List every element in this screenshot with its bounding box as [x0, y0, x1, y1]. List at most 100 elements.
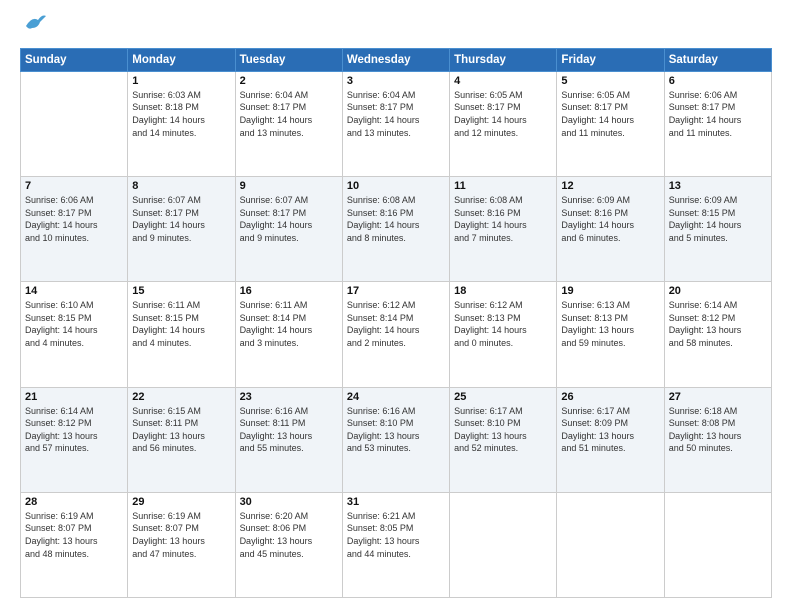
calendar-week-row: 28 Sunrise: 6:19 AM Sunset: 8:07 PM Dayli… [21, 492, 772, 597]
day-number: 7 [25, 180, 123, 192]
header [20, 18, 772, 38]
day-number: 26 [561, 391, 659, 403]
calendar-cell: 13 Sunrise: 6:09 AM Sunset: 8:15 PM Dayli… [664, 177, 771, 282]
day-number: 5 [561, 75, 659, 87]
day-sun-info: Sunrise: 6:08 AM Sunset: 8:16 PM Dayligh… [454, 194, 552, 244]
calendar-cell: 6 Sunrise: 6:06 AM Sunset: 8:17 PM Daylig… [664, 71, 771, 176]
day-number: 22 [132, 391, 230, 403]
day-sun-info: Sunrise: 6:18 AM Sunset: 8:08 PM Dayligh… [669, 405, 767, 455]
calendar-cell: 12 Sunrise: 6:09 AM Sunset: 8:16 PM Dayli… [557, 177, 664, 282]
day-sun-info: Sunrise: 6:14 AM Sunset: 8:12 PM Dayligh… [25, 405, 123, 455]
calendar-cell: 1 Sunrise: 6:03 AM Sunset: 8:18 PM Daylig… [128, 71, 235, 176]
weekday-header-saturday: Saturday [664, 48, 771, 71]
calendar-cell: 5 Sunrise: 6:05 AM Sunset: 8:17 PM Daylig… [557, 71, 664, 176]
calendar-cell [557, 492, 664, 597]
day-number: 15 [132, 285, 230, 297]
day-sun-info: Sunrise: 6:19 AM Sunset: 8:07 PM Dayligh… [25, 510, 123, 560]
day-sun-info: Sunrise: 6:12 AM Sunset: 8:13 PM Dayligh… [454, 299, 552, 349]
calendar-cell [450, 492, 557, 597]
calendar-cell: 17 Sunrise: 6:12 AM Sunset: 8:14 PM Dayli… [342, 282, 449, 387]
day-sun-info: Sunrise: 6:14 AM Sunset: 8:12 PM Dayligh… [669, 299, 767, 349]
day-number: 9 [240, 180, 338, 192]
day-number: 18 [454, 285, 552, 297]
day-sun-info: Sunrise: 6:21 AM Sunset: 8:05 PM Dayligh… [347, 510, 445, 560]
day-number: 1 [132, 75, 230, 87]
weekday-header-wednesday: Wednesday [342, 48, 449, 71]
day-sun-info: Sunrise: 6:11 AM Sunset: 8:15 PM Dayligh… [132, 299, 230, 349]
calendar-cell: 15 Sunrise: 6:11 AM Sunset: 8:15 PM Dayli… [128, 282, 235, 387]
day-sun-info: Sunrise: 6:19 AM Sunset: 8:07 PM Dayligh… [132, 510, 230, 560]
day-number: 2 [240, 75, 338, 87]
day-number: 30 [240, 496, 338, 508]
day-sun-info: Sunrise: 6:05 AM Sunset: 8:17 PM Dayligh… [454, 89, 552, 139]
page: SundayMondayTuesdayWednesdayThursdayFrid… [0, 0, 792, 612]
day-sun-info: Sunrise: 6:03 AM Sunset: 8:18 PM Dayligh… [132, 89, 230, 139]
day-number: 19 [561, 285, 659, 297]
day-number: 28 [25, 496, 123, 508]
day-number: 27 [669, 391, 767, 403]
weekday-header-row: SundayMondayTuesdayWednesdayThursdayFrid… [21, 48, 772, 71]
day-sun-info: Sunrise: 6:17 AM Sunset: 8:10 PM Dayligh… [454, 405, 552, 455]
day-number: 31 [347, 496, 445, 508]
day-sun-info: Sunrise: 6:13 AM Sunset: 8:13 PM Dayligh… [561, 299, 659, 349]
weekday-header-thursday: Thursday [450, 48, 557, 71]
calendar-cell: 31 Sunrise: 6:21 AM Sunset: 8:05 PM Dayli… [342, 492, 449, 597]
day-sun-info: Sunrise: 6:16 AM Sunset: 8:11 PM Dayligh… [240, 405, 338, 455]
day-sun-info: Sunrise: 6:06 AM Sunset: 8:17 PM Dayligh… [669, 89, 767, 139]
logo [20, 18, 46, 38]
day-sun-info: Sunrise: 6:17 AM Sunset: 8:09 PM Dayligh… [561, 405, 659, 455]
day-sun-info: Sunrise: 6:12 AM Sunset: 8:14 PM Dayligh… [347, 299, 445, 349]
calendar-cell: 20 Sunrise: 6:14 AM Sunset: 8:12 PM Dayli… [664, 282, 771, 387]
day-sun-info: Sunrise: 6:07 AM Sunset: 8:17 PM Dayligh… [132, 194, 230, 244]
day-number: 17 [347, 285, 445, 297]
day-number: 29 [132, 496, 230, 508]
day-sun-info: Sunrise: 6:05 AM Sunset: 8:17 PM Dayligh… [561, 89, 659, 139]
calendar-cell: 2 Sunrise: 6:04 AM Sunset: 8:17 PM Daylig… [235, 71, 342, 176]
day-sun-info: Sunrise: 6:15 AM Sunset: 8:11 PM Dayligh… [132, 405, 230, 455]
calendar-cell: 27 Sunrise: 6:18 AM Sunset: 8:08 PM Dayli… [664, 387, 771, 492]
day-sun-info: Sunrise: 6:16 AM Sunset: 8:10 PM Dayligh… [347, 405, 445, 455]
day-number: 14 [25, 285, 123, 297]
calendar-cell: 3 Sunrise: 6:04 AM Sunset: 8:17 PM Daylig… [342, 71, 449, 176]
day-number: 20 [669, 285, 767, 297]
calendar-cell: 8 Sunrise: 6:07 AM Sunset: 8:17 PM Daylig… [128, 177, 235, 282]
calendar-cell: 30 Sunrise: 6:20 AM Sunset: 8:06 PM Dayli… [235, 492, 342, 597]
calendar-cell: 7 Sunrise: 6:06 AM Sunset: 8:17 PM Daylig… [21, 177, 128, 282]
calendar-cell: 28 Sunrise: 6:19 AM Sunset: 8:07 PM Dayli… [21, 492, 128, 597]
day-number: 4 [454, 75, 552, 87]
calendar-cell: 24Sunrise: 6:16 AM Sunset: 8:10 PM Dayli… [342, 387, 449, 492]
day-sun-info: Sunrise: 6:09 AM Sunset: 8:16 PM Dayligh… [561, 194, 659, 244]
calendar-cell: 19 Sunrise: 6:13 AM Sunset: 8:13 PM Dayli… [557, 282, 664, 387]
calendar-week-row: 7 Sunrise: 6:06 AM Sunset: 8:17 PM Daylig… [21, 177, 772, 282]
day-number: 13 [669, 180, 767, 192]
day-number: 11 [454, 180, 552, 192]
day-sun-info: Sunrise: 6:11 AM Sunset: 8:14 PM Dayligh… [240, 299, 338, 349]
calendar-cell [21, 71, 128, 176]
calendar-week-row: 14Sunrise: 6:10 AM Sunset: 8:15 PM Dayli… [21, 282, 772, 387]
calendar-cell: 21 Sunrise: 6:14 AM Sunset: 8:12 PM Dayli… [21, 387, 128, 492]
calendar-cell: 4 Sunrise: 6:05 AM Sunset: 8:17 PM Daylig… [450, 71, 557, 176]
day-sun-info: Sunrise: 6:09 AM Sunset: 8:15 PM Dayligh… [669, 194, 767, 244]
day-number: 12 [561, 180, 659, 192]
calendar-cell: 18 Sunrise: 6:12 AM Sunset: 8:13 PM Dayli… [450, 282, 557, 387]
calendar-cell: 11 Sunrise: 6:08 AM Sunset: 8:16 PM Dayli… [450, 177, 557, 282]
calendar-cell: 26 Sunrise: 6:17 AM Sunset: 8:09 PM Dayli… [557, 387, 664, 492]
day-number: 8 [132, 180, 230, 192]
calendar-cell: 14Sunrise: 6:10 AM Sunset: 8:15 PM Dayli… [21, 282, 128, 387]
logo-bird-icon [24, 12, 46, 32]
day-sun-info: Sunrise: 6:04 AM Sunset: 8:17 PM Dayligh… [240, 89, 338, 139]
day-number: 10 [347, 180, 445, 192]
weekday-header-friday: Friday [557, 48, 664, 71]
day-sun-info: Sunrise: 6:04 AM Sunset: 8:17 PM Dayligh… [347, 89, 445, 139]
day-number: 16 [240, 285, 338, 297]
day-sun-info: Sunrise: 6:06 AM Sunset: 8:17 PM Dayligh… [25, 194, 123, 244]
day-number: 21 [25, 391, 123, 403]
day-number: 23 [240, 391, 338, 403]
day-number: 3 [347, 75, 445, 87]
calendar-table: SundayMondayTuesdayWednesdayThursdayFrid… [20, 48, 772, 598]
day-sun-info: Sunrise: 6:20 AM Sunset: 8:06 PM Dayligh… [240, 510, 338, 560]
weekday-header-monday: Monday [128, 48, 235, 71]
day-number: 25 [454, 391, 552, 403]
calendar-cell: 25 Sunrise: 6:17 AM Sunset: 8:10 PM Dayli… [450, 387, 557, 492]
day-number: 6 [669, 75, 767, 87]
